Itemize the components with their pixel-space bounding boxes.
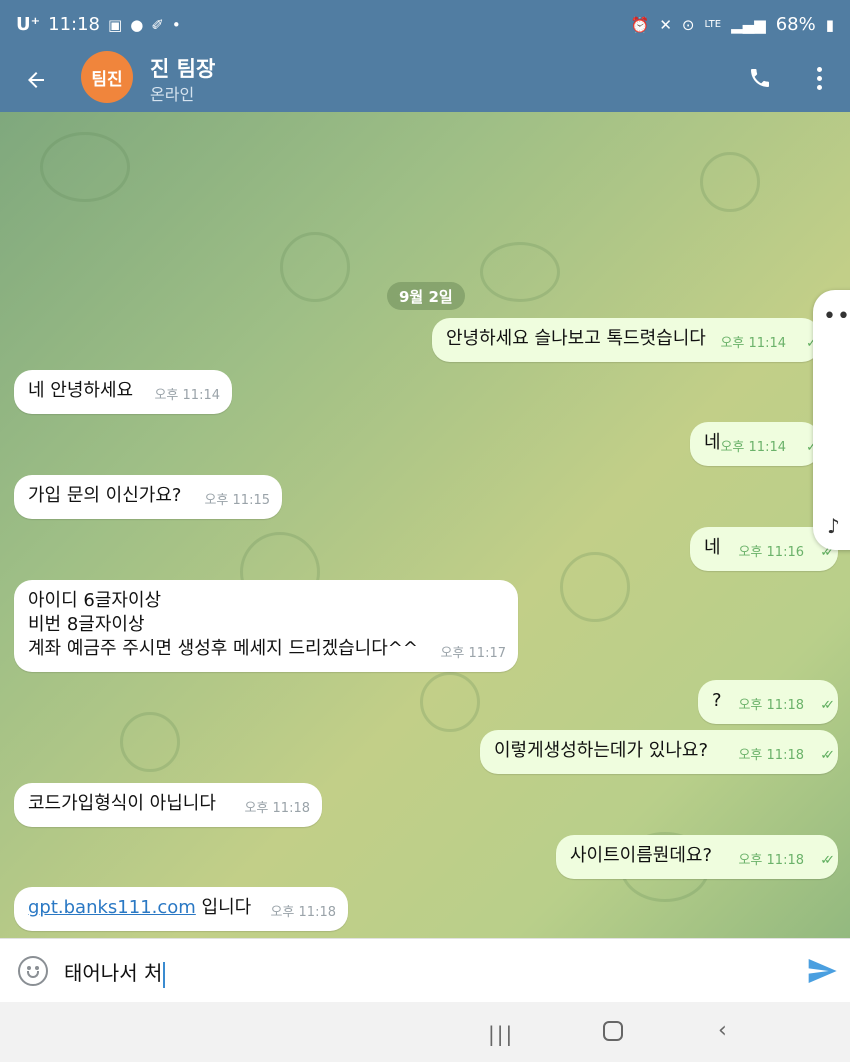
battery-icon: ▮ — [825, 15, 834, 34]
double-check-icon: ✓✓ — [820, 698, 835, 713]
signal-icon: ▂▄▆ — [731, 15, 766, 34]
emoji-icon[interactable] — [18, 956, 48, 986]
wallpaper-doodle — [40, 132, 130, 202]
more-horizontal-icon[interactable]: ••• — [823, 304, 850, 329]
message-text: 코드가입형식이 아닙니다 — [28, 793, 216, 814]
outgoing-message[interactable]: 이렇게생성하는데가 있나요? 오후 11:18 ✓✓ — [480, 730, 838, 774]
text-cursor — [163, 961, 166, 988]
more-vertical-icon[interactable] — [804, 60, 834, 96]
incoming-message[interactable]: gpt.banks111.com 입니다 오후 11:18 — [14, 887, 348, 931]
outgoing-message[interactable]: 네 오후 11:14 ✓ — [690, 422, 820, 466]
wallpaper-doodle — [480, 242, 560, 302]
message-time: 오후 11:14 — [154, 388, 220, 403]
alarm-icon: ⏰ — [630, 15, 650, 34]
send-icon[interactable] — [806, 955, 838, 987]
location-icon: ⊙ — [681, 15, 695, 34]
home-icon[interactable] — [603, 1021, 623, 1041]
floating-side-panel[interactable]: ••• ♪ — [813, 290, 850, 550]
chat-header: 팀진 진 팀장 온라인 — [0, 50, 850, 112]
message-text: 이렇게생성하는데가 있나요? — [494, 740, 708, 761]
message-time: 오후 11:17 — [440, 646, 506, 661]
message-input-value: 태어나서 처 — [64, 961, 163, 985]
double-check-icon: ✓✓ — [820, 748, 835, 763]
message-time: 오후 11:18 — [738, 698, 804, 713]
message-text: 사이트이름뭔데요? — [570, 845, 713, 866]
music-note-icon[interactable]: ♪ — [827, 514, 840, 538]
incoming-message[interactable]: 가입 문의 이신가요? 오후 11:15 — [14, 475, 282, 519]
message-input[interactable]: 태어나서 처 — [64, 957, 166, 988]
message-time: 오후 11:18 — [738, 748, 804, 763]
date-separator: 9월 2일 — [387, 282, 465, 310]
incoming-message[interactable]: 네 안녕하세요 오후 11:14 — [14, 370, 232, 414]
message-time: 오후 11:18 — [244, 801, 310, 816]
wallpaper-doodle — [280, 232, 350, 302]
wallpaper-doodle — [420, 672, 480, 732]
dot-icon: • — [171, 15, 181, 34]
battery-level: 68% — [775, 14, 816, 35]
double-check-icon: ✓✓ — [820, 853, 835, 868]
status-bar: U⁺ 11:18 ▣ ● ✐ • ⏰ ✕ ⊙ LTE ▂▄▆ 68% ▮ — [0, 0, 850, 50]
message-time: 오후 11:18 — [270, 905, 336, 920]
message-text: 네 — [704, 537, 721, 558]
wallpaper-doodle — [120, 712, 180, 772]
message-text: ? — [712, 690, 722, 711]
message-text: 가입 문의 이신가요? — [28, 485, 182, 506]
back-arrow-icon[interactable] — [18, 62, 54, 98]
status-time: 11:18 — [48, 14, 100, 35]
message-text: 입니다 — [195, 897, 252, 918]
message-time: 오후 11:18 — [738, 853, 804, 868]
single-check-icon: ✓ — [806, 336, 817, 351]
outgoing-message[interactable]: ? 오후 11:18 ✓✓ — [698, 680, 838, 724]
status-left: U⁺ 11:18 ▣ ● ✐ • — [16, 14, 181, 35]
wallpaper-doodle — [560, 552, 630, 622]
message-text: 네 — [704, 432, 721, 453]
single-check-icon: ✓ — [806, 440, 817, 455]
carrier-label: U⁺ — [16, 14, 41, 35]
talk-icon: ● — [130, 15, 144, 34]
pill-icon: ✐ — [151, 15, 164, 34]
chat-area[interactable]: 9월 2일 안녕하세요 슬나보고 톡드렷습니다 오후 11:14 ✓ 네 안녕하… — [0, 112, 850, 938]
message-time: 오후 11:14 — [720, 440, 786, 455]
contact-status: 온라인 — [150, 85, 195, 104]
contact-name[interactable]: 진 팀장 — [150, 53, 215, 83]
lte-icon: LTE — [704, 18, 722, 30]
system-nav-bar: ||| ‹ — [0, 1002, 850, 1062]
message-input-bar: 태어나서 처 — [0, 938, 850, 1002]
message-time: 오후 11:16 — [738, 545, 804, 560]
incoming-message[interactable]: 아이디 6글자이상 비번 8글자이상 계좌 예금주 주시면 생성후 메세지 드리… — [14, 580, 518, 672]
incoming-message[interactable]: 코드가입형식이 아닙니다 오후 11:18 — [14, 783, 322, 827]
message-link[interactable]: gpt.banks111.com — [28, 897, 196, 918]
outgoing-message[interactable]: 안녕하세요 슬나보고 톡드렷습니다 오후 11:14 ✓ — [432, 318, 820, 362]
phone-call-icon[interactable] — [742, 60, 778, 96]
message-text: 아이디 6글자이상 비번 8글자이상 계좌 예금주 주시면 생성후 메세지 드리… — [28, 590, 418, 659]
image-icon: ▣ — [108, 15, 123, 34]
avatar[interactable]: 팀진 — [81, 51, 133, 103]
mute-icon: ✕ — [659, 15, 672, 34]
message-time: 오후 11:14 — [720, 336, 786, 351]
status-right: ⏰ ✕ ⊙ LTE ▂▄▆ 68% ▮ — [631, 14, 834, 35]
message-time: 오후 11:15 — [204, 493, 270, 508]
message-text: 네 안녕하세요 — [28, 380, 134, 401]
message-text: 안녕하세요 슬나보고 톡드렷습니다 — [446, 328, 706, 349]
wallpaper-doodle — [700, 152, 760, 212]
nav-back-icon[interactable]: ‹ — [718, 1018, 727, 1043]
recent-apps-icon[interactable]: ||| — [488, 1022, 514, 1046]
outgoing-message[interactable]: 사이트이름뭔데요? 오후 11:18 ✓✓ — [556, 835, 838, 879]
